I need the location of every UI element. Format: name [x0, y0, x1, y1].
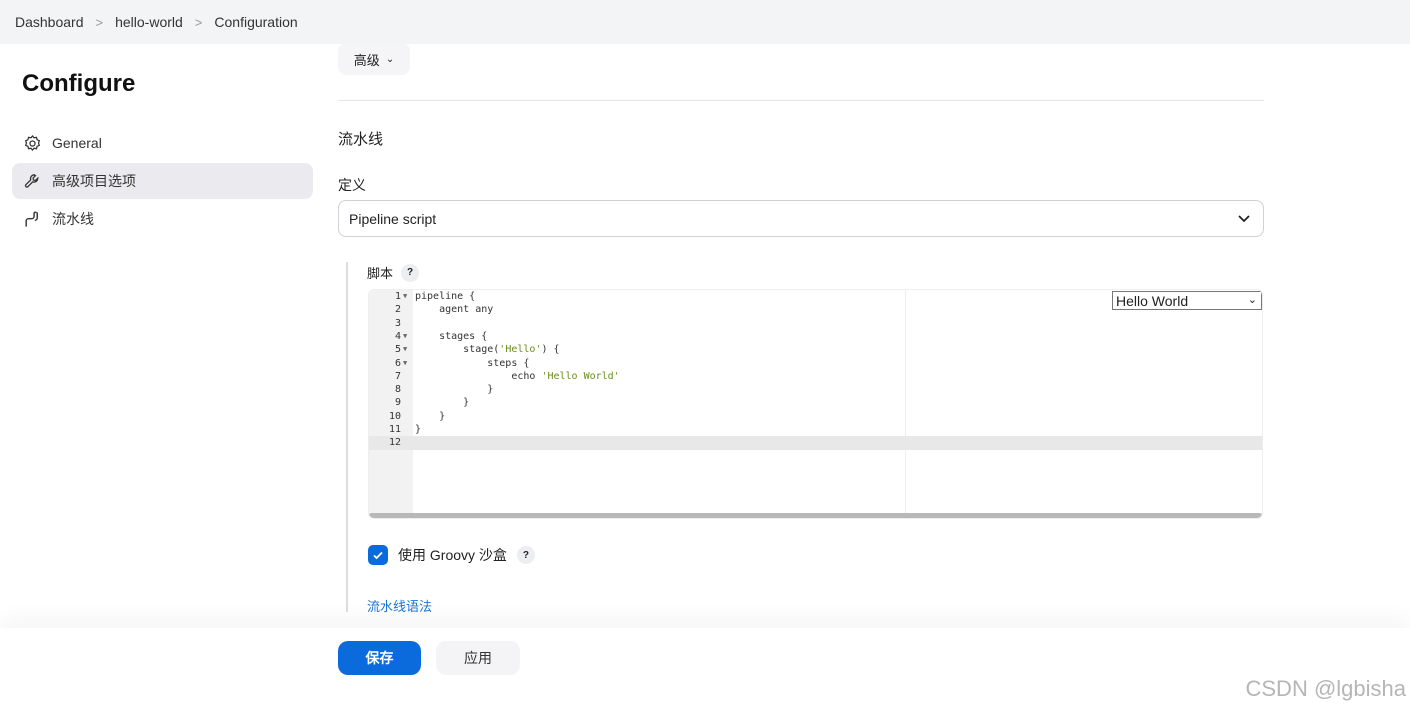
line-number: 10 — [388, 410, 401, 422]
code-line: 4 ▼ stages { — [369, 330, 1262, 343]
chevron-down-icon: ⌄ — [385, 53, 395, 65]
code-text: } — [415, 397, 470, 409]
sidebar-item-pipeline[interactable]: 流水线 — [12, 201, 313, 237]
check-icon — [373, 551, 383, 560]
definition-select[interactable]: Pipeline script — [338, 200, 1264, 237]
sandbox-label: 使用 Groovy 沙盒 — [398, 547, 507, 563]
line-number: 5 — [394, 344, 401, 356]
sidebar-item-general[interactable]: General — [12, 125, 313, 161]
code-line: 7 echo 'Hello World' — [369, 370, 1262, 383]
code-text: } — [415, 410, 446, 422]
pipeline-syntax-link[interactable]: 流水线语法 — [367, 596, 432, 615]
definition-label: 定义 — [338, 177, 366, 193]
footer-bar — [0, 628, 1410, 716]
code-text: stage('Hello') { — [415, 344, 560, 356]
code-line: 3 — [369, 317, 1262, 330]
fold-arrow-icon[interactable]: ▼ — [403, 357, 407, 370]
code-text: stages { — [415, 330, 488, 342]
nested-indicator — [346, 262, 348, 612]
save-button[interactable]: 保存 — [338, 641, 421, 675]
sandbox-checkbox[interactable] — [368, 545, 388, 565]
section-title: 流水线 — [338, 131, 384, 148]
advanced-button[interactable]: 高级 ⌄ — [338, 43, 410, 75]
fold-arrow-icon[interactable]: ▼ — [403, 330, 407, 343]
code-line: 8 } — [369, 383, 1262, 396]
script-label: 脚本 — [367, 266, 394, 281]
line-number: 11 — [388, 424, 401, 435]
chevron-down-icon — [1238, 215, 1250, 223]
code-line: 11} — [369, 423, 1262, 436]
sample-select-value: Hello World — [1116, 292, 1189, 309]
definition-value: Pipeline script — [349, 210, 437, 227]
divider — [338, 100, 1264, 101]
line-number: 2 — [394, 304, 401, 316]
line-number: 3 — [394, 317, 401, 329]
sidebar-item-label: General — [52, 135, 102, 151]
code-line: 12 — [369, 436, 1262, 450]
code-line: 9 } — [369, 396, 1262, 409]
wrench-icon — [24, 173, 39, 188]
watermark: CSDN @lgbisha — [1245, 676, 1407, 701]
code-text: agent any — [415, 304, 494, 316]
code-text: steps { — [415, 357, 530, 369]
apply-button[interactable]: 应用 — [436, 641, 520, 675]
line-number: 4 — [394, 330, 401, 342]
sidebar-item-label: 高级项目选项 — [52, 173, 136, 189]
help-icon[interactable]: ? — [516, 546, 535, 564]
line-number: 12 — [388, 437, 401, 449]
code-text: } — [415, 424, 422, 435]
code-line: 6 ▼ steps { — [369, 357, 1262, 370]
code-text: pipeline { — [415, 291, 476, 302]
sidebar-item-label: 流水线 — [52, 211, 94, 227]
code-line: 10 } — [369, 410, 1262, 423]
line-number: 9 — [394, 397, 401, 409]
advanced-label: 高级 — [353, 52, 380, 68]
code-text: echo 'Hello World' — [415, 370, 620, 382]
line-number: 6 — [394, 357, 401, 369]
line-number: 8 — [394, 384, 401, 396]
page-title: Configure — [22, 70, 136, 97]
code-text: } — [415, 384, 494, 396]
code-line: 5 ▼ stage('Hello') { — [369, 343, 1262, 356]
chevron-down-icon: ⌄ — [1247, 294, 1257, 306]
line-number: 7 — [394, 370, 401, 382]
help-icon[interactable]: ? — [401, 263, 420, 282]
breadcrumb-configuration[interactable]: Configuration — [214, 14, 297, 30]
fold-arrow-icon[interactable]: ▼ — [403, 343, 407, 356]
gear-icon — [24, 134, 41, 151]
chevron-right-icon: > — [95, 14, 104, 30]
script-editor[interactable]: 1 ▼ pipeline {2 agent any 3 4 ▼ stages {5 ▼ st… — [368, 289, 1263, 519]
fold-arrow-icon[interactable]: ▼ — [403, 290, 407, 303]
pipeline-icon — [25, 211, 38, 227]
breadcrumb-hello-world[interactable]: hello-world — [115, 14, 183, 30]
breadcrumb: Dashboard > hello-world > Configuration — [0, 0, 1410, 44]
sample-script-select[interactable]: Hello World ⌄ — [1112, 291, 1262, 310]
chevron-right-icon: > — [194, 14, 203, 30]
breadcrumb-dashboard[interactable]: Dashboard — [15, 14, 84, 30]
line-number: 1 — [394, 291, 401, 302]
horizontal-scrollbar[interactable] — [369, 513, 1262, 518]
sidebar-item-advanced[interactable]: 高级项目选项 — [12, 163, 313, 199]
